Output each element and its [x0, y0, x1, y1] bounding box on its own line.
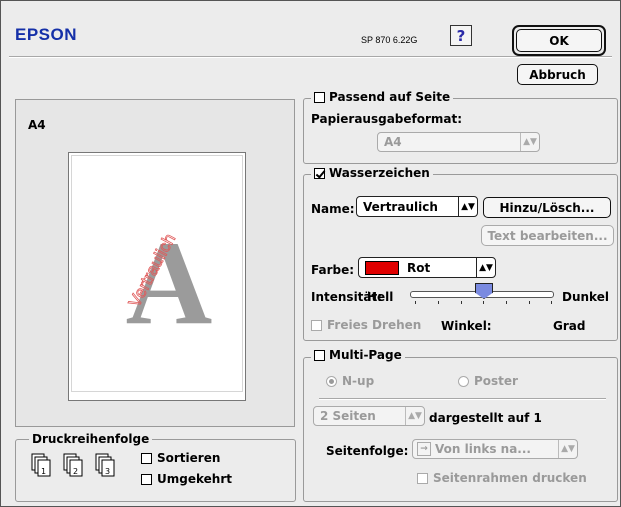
page-order-icon: 1 2 3: [31, 453, 115, 477]
poster-radio[interactable]: [458, 375, 469, 387]
collate-option[interactable]: Sortieren: [141, 451, 220, 465]
reverse-checkbox[interactable]: [141, 473, 152, 485]
paper-size-label: A4: [28, 118, 46, 132]
watermark-name-value: Vertraulich: [363, 199, 438, 214]
epson-logo: EPSON: [15, 25, 78, 44]
cancel-button[interactable]: Abbruch: [517, 64, 598, 85]
output-format-select[interactable]: A4 ▲▼: [377, 132, 540, 152]
multipage-label: Multi-Page: [329, 348, 402, 362]
free-rotate-option[interactable]: Freies Drehen: [311, 318, 421, 332]
intensity-low-label: Hell: [367, 290, 394, 304]
help-icon: ?: [456, 26, 466, 45]
print-border-checkbox[interactable]: [417, 472, 428, 484]
multipage-title[interactable]: Multi-Page: [311, 348, 405, 362]
ok-button[interactable]: OK: [516, 29, 602, 52]
slider-tick: [438, 301, 439, 304]
watermark-checkbox[interactable]: [314, 167, 325, 179]
help-button[interactable]: ?: [450, 25, 472, 46]
page-order-arrow-icon: →: [417, 442, 431, 456]
add-remove-button[interactable]: Hinzu/Lösch...: [483, 197, 611, 218]
poster-option[interactable]: Poster: [458, 374, 518, 388]
color-swatch: [365, 260, 399, 275]
poster-label: Poster: [474, 374, 518, 388]
angle-unit-label: Grad: [553, 319, 586, 333]
multipage-divider: [319, 398, 606, 400]
paper-preview: A Vertraulich: [68, 152, 246, 401]
watermark-label: Wasserzeichen: [329, 166, 430, 180]
page-order-number: 3: [105, 467, 110, 476]
select-arrows-icon: ▲▼: [558, 440, 577, 458]
fit-to-page-title[interactable]: Passend auf Seite: [311, 90, 454, 104]
watermark-name-select[interactable]: Vertraulich ▲▼: [356, 196, 478, 217]
output-format-value: A4: [384, 135, 402, 149]
multipage-checkbox[interactable]: [314, 349, 325, 361]
reverse-label: Umgekehrt: [157, 472, 232, 486]
ok-button-frame: OK: [512, 25, 606, 56]
nup-radio[interactable]: [326, 375, 337, 387]
free-rotate-checkbox[interactable]: [311, 319, 322, 331]
slider-tick: [529, 301, 530, 304]
slider-tick: [415, 301, 416, 304]
fit-to-page-label: Passend auf Seite: [329, 90, 451, 104]
angle-label: Winkel:: [441, 319, 492, 333]
print-order-title: Druckreihenfolge: [29, 432, 153, 446]
slider-tick: [506, 301, 507, 304]
page-order-value: Von links na...: [435, 442, 531, 456]
collate-label: Sortieren: [157, 451, 221, 465]
watermark-name-label: Name:: [311, 202, 355, 216]
page-order-number: 1: [41, 467, 46, 476]
page-setup-dialog: EPSON SP 870 6.22G ? OK Abbruch A4 A Ver…: [0, 0, 621, 507]
intensity-high-label: Dunkel: [562, 290, 609, 304]
slider-tick: [551, 301, 552, 304]
nup-label: N-up: [342, 374, 375, 388]
color-label: Farbe:: [311, 263, 355, 277]
select-arrows-icon: ▲▼: [405, 407, 424, 425]
pages-suffix-label: dargestellt auf 1: [429, 411, 542, 425]
free-rotate-label: Freies Drehen: [327, 318, 422, 332]
slider-tick: [483, 301, 484, 304]
page-order-label: Seitenfolge:: [326, 444, 409, 458]
select-arrows-icon: ▲▼: [476, 258, 495, 277]
print-border-option[interactable]: Seitenrahmen drucken: [417, 471, 587, 485]
slider-tick: [461, 301, 462, 304]
edit-text-button[interactable]: Text bearbeiten...: [481, 225, 614, 246]
select-arrows-icon: ▲▼: [458, 197, 477, 216]
page-order-number: 2: [73, 467, 78, 476]
page-order-select[interactable]: → Von links na... ▲▼: [412, 439, 578, 459]
driver-version: SP 870 6.22G: [361, 35, 418, 45]
fit-to-page-group: [303, 98, 618, 164]
select-arrows-icon: ▲▼: [520, 133, 539, 151]
watermark-preview: A Vertraulich: [124, 216, 212, 349]
print-preview: A4 A Vertraulich: [15, 99, 295, 427]
pages-per-sheet-select[interactable]: 2 Seiten ▲▼: [313, 406, 425, 426]
reverse-option[interactable]: Umgekehrt: [141, 472, 232, 486]
watermark-title[interactable]: Wasserzeichen: [311, 166, 433, 180]
fit-to-page-checkbox[interactable]: [314, 91, 325, 103]
print-border-label: Seitenrahmen drucken: [433, 471, 587, 485]
output-format-label: Papierausgabeformat:: [311, 112, 463, 126]
collate-checkbox[interactable]: [141, 452, 152, 464]
color-select[interactable]: Rot ▲▼: [358, 257, 496, 278]
color-value: Rot: [407, 260, 431, 275]
pages-per-sheet-value: 2 Seiten: [320, 409, 376, 423]
header-divider: [9, 56, 612, 58]
nup-option[interactable]: N-up: [326, 374, 374, 388]
